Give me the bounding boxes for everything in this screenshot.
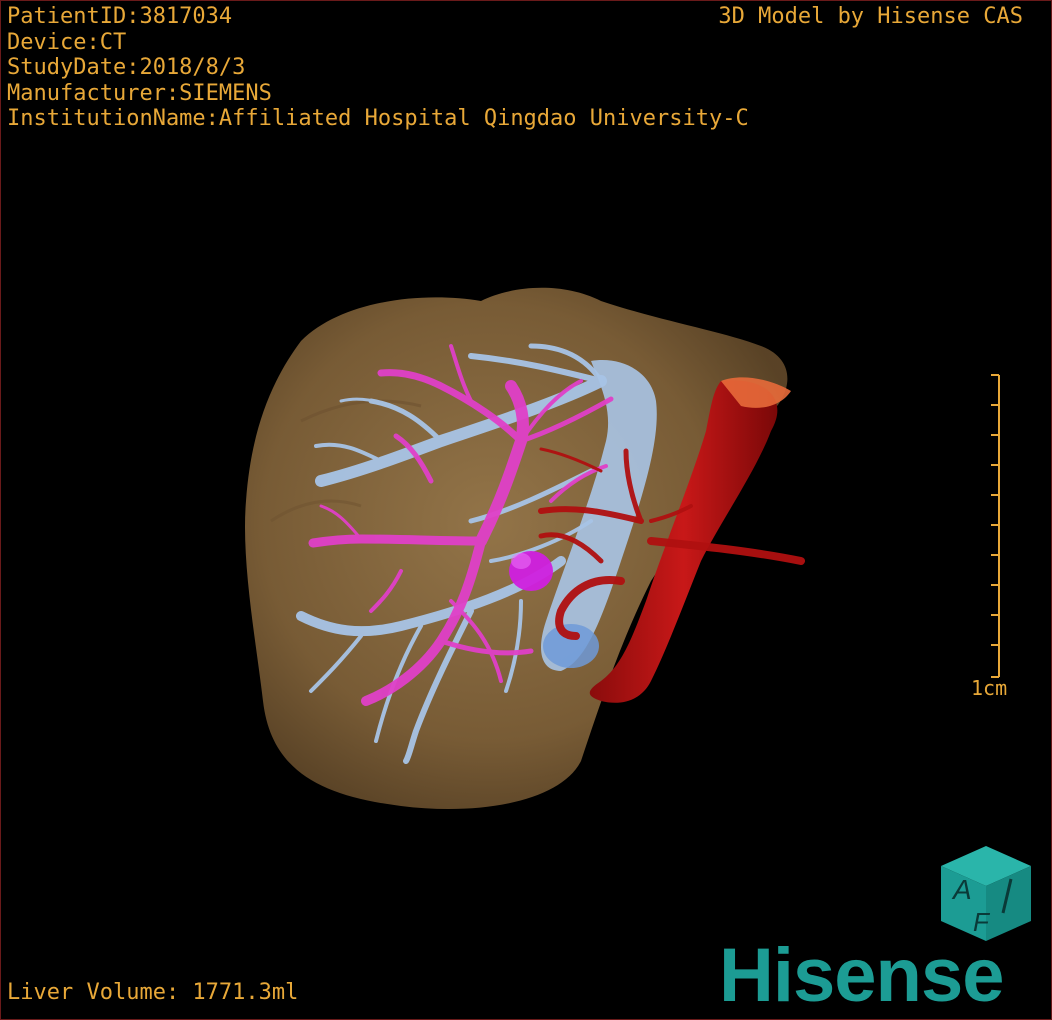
hisense-wordmark: Hisense xyxy=(719,933,1004,1018)
liver-volume: Liver Volume: 1771.3ml xyxy=(7,979,299,1005)
scale-bar xyxy=(991,374,1000,678)
lesion xyxy=(509,551,553,591)
scale-label: 1cm xyxy=(971,676,1008,700)
liver-3d-model[interactable] xyxy=(1,1,1052,1020)
3d-viewport[interactable]: PatientID:3817034 Device:CT StudyDate:2018… xyxy=(0,0,1052,1020)
svg-text:A: A xyxy=(951,874,972,905)
ai-cube-logo: A F xyxy=(941,846,1031,941)
